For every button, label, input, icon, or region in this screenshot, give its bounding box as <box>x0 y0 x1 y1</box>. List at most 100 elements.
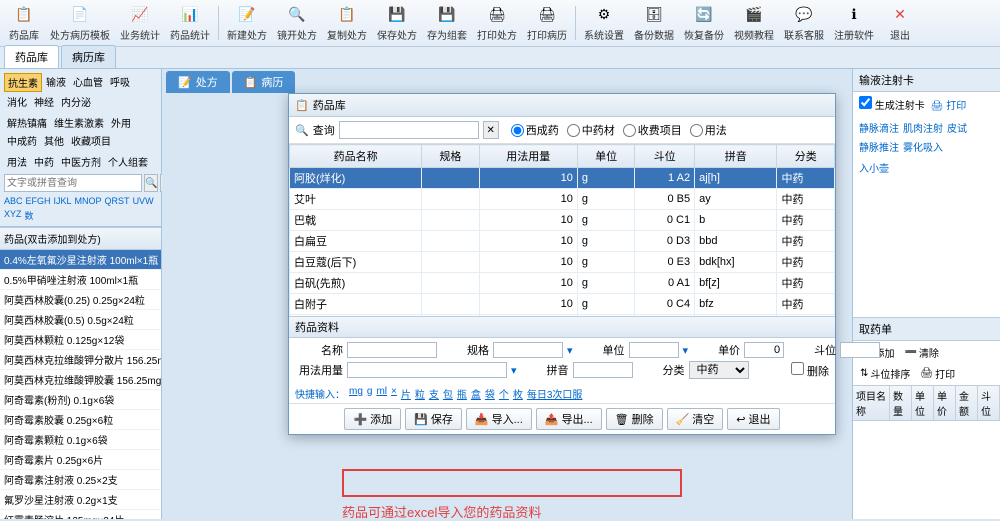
left-cat-消化[interactable]: 消化 <box>4 93 30 110</box>
dlg-btn-导入...[interactable]: 📥导入... <box>466 408 532 430</box>
right-link-静脉推注[interactable]: 静脉推注 <box>859 139 899 154</box>
drug-item[interactable]: 阿莫西林胶囊(0.5) 0.5g×24粒 <box>0 310 161 330</box>
drug-item[interactable]: 氟罗沙星注射液 0.2g×1支 <box>0 490 161 510</box>
drug-item[interactable]: 阿奇霉素颗粒 0.1g×6袋 <box>0 430 161 450</box>
alpha-MNOP[interactable]: MNOP <box>75 196 102 206</box>
table-row[interactable]: 白豆蔻(后下)10g0 E3bdk[hx]中药 <box>290 252 835 273</box>
toolbar-12[interactable]: 🗄备份数据 <box>630 2 678 44</box>
form-usage-input[interactable] <box>347 362 507 378</box>
form-spec-input[interactable] <box>493 342 563 358</box>
right-link-雾化吸入[interactable]: 雾化吸入 <box>903 139 943 154</box>
left-search-button[interactable]: 🔍 <box>144 174 158 192</box>
form-cat-select[interactable]: 中药 <box>689 361 749 379</box>
left-cat-神经[interactable]: 神经 <box>31 93 57 110</box>
form-price-input[interactable] <box>744 342 784 358</box>
right-link-静脉滴注[interactable]: 静脉滴注 <box>859 120 899 135</box>
alpha-数[interactable]: 数 <box>25 209 34 222</box>
drug-item[interactable]: 阿奇霉素(粉剂) 0.1g×6袋 <box>0 390 161 410</box>
radio-中药材[interactable]: 中药材 <box>567 122 615 138</box>
left-cat-内分泌[interactable]: 内分泌 <box>58 93 94 110</box>
drug-item[interactable]: 阿莫西林克拉维酸钾分散片 156.25mg×18片 <box>0 350 161 370</box>
form-pinyin-input[interactable] <box>573 362 633 378</box>
col-药品名称[interactable]: 药品名称 <box>290 145 422 168</box>
radio-西成药[interactable]: 西成药 <box>511 122 559 138</box>
toolbar-1[interactable]: 📄处方病历模板 <box>46 2 114 44</box>
quick-个[interactable]: 个 <box>499 386 509 401</box>
col-斗位[interactable]: 斗位 <box>635 145 695 168</box>
tab-drug-lib[interactable]: 药品库 <box>4 45 59 68</box>
toolbar-0[interactable]: 📋药品库 <box>4 2 44 44</box>
dialog-search-input[interactable] <box>339 121 479 139</box>
toolbar-5[interactable]: 🔍镜开处方 <box>273 2 321 44</box>
toolbar-3[interactable]: 📊药品统计 <box>166 2 214 44</box>
usage-dropdown[interactable]: ▾ <box>511 364 517 377</box>
center-tab-0[interactable]: 📝处方 <box>166 71 230 93</box>
table-row[interactable]: 巴戟10g0 C1b中药 <box>290 210 835 231</box>
quick-每日3次口服[interactable]: 每日3次口服 <box>527 386 583 401</box>
drug-item[interactable]: 0.4%左氧氟沙星注射液 100ml×1瓶 <box>0 250 161 270</box>
left-cat-个人组套[interactable]: 个人组套 <box>105 153 151 170</box>
drug-item[interactable]: 阿莫西林克拉维酸钾胶囊 156.25mg×12粒 <box>0 370 161 390</box>
drug-item[interactable]: 0.5%甲硝唑注射液 100ml×1瓶 <box>0 270 161 290</box>
table-row[interactable]: 白矾(先煎)10g0 A1bf[z]中药 <box>290 273 835 294</box>
radio-收费项目[interactable]: 收费项目 <box>623 122 682 138</box>
radio-用法[interactable]: 用法 <box>690 122 727 138</box>
quick-粒[interactable]: 粒 <box>415 386 425 401</box>
left-cat-外用[interactable]: 外用 <box>108 114 134 131</box>
gen-card-checkbox[interactable]: 生成注射卡 <box>859 96 925 112</box>
table-row[interactable]: 阿胶(烊化)10g1 A2aj[h]中药 <box>290 168 835 189</box>
drug-item[interactable]: 阿奇霉素注射液 0.25×2支 <box>0 470 161 490</box>
quick-包[interactable]: 包 <box>443 386 453 401</box>
drug-item[interactable]: 阿莫西林颗粒 0.125g×12袋 <box>0 330 161 350</box>
quick-盒[interactable]: 盒 <box>471 386 481 401</box>
left-cat-收藏项目[interactable]: 收藏项目 <box>68 132 114 149</box>
alpha-QRST[interactable]: QRST <box>105 196 130 206</box>
left-drug-list[interactable]: 0.4%左氧氟沙星注射液 100ml×1瓶0.5%甲硝唑注射液 100ml×1瓶… <box>0 250 161 519</box>
col-分类[interactable]: 分类 <box>777 145 835 168</box>
quick-g[interactable]: g <box>367 386 373 401</box>
alpha-ABC[interactable]: ABC <box>4 196 23 206</box>
left-cat-用法[interactable]: 用法 <box>4 153 30 170</box>
toolbar-13[interactable]: 🔄恢复备份 <box>680 2 728 44</box>
left-cat-解热镇痛[interactable]: 解热镇痛 <box>4 114 50 131</box>
drug-item[interactable]: 红霉素肠溶片 125mg×24片 <box>0 510 161 519</box>
left-cat-中药[interactable]: 中药 <box>31 153 57 170</box>
quick-×[interactable]: × <box>391 386 397 401</box>
left-cat-其他[interactable]: 其他 <box>41 132 67 149</box>
quick-ml[interactable]: ml <box>376 386 387 401</box>
rp-btn-打印[interactable]: 🖨打印 <box>917 365 958 382</box>
toolbar-2[interactable]: 📈业务统计 <box>116 2 164 44</box>
toolbar-8[interactable]: 💾存为组套 <box>423 2 471 44</box>
left-cat-维生素激素[interactable]: 维生素激素 <box>51 114 107 131</box>
left-cat-呼吸[interactable]: 呼吸 <box>107 73 133 92</box>
quick-片[interactable]: 片 <box>401 386 411 401</box>
dlg-btn-退出[interactable]: ↩退出 <box>727 408 779 430</box>
toolbar-6[interactable]: 📋复制处方 <box>323 2 371 44</box>
toolbar-16[interactable]: ℹ注册软件 <box>830 2 878 44</box>
toolbar-7[interactable]: 💾保存处方 <box>373 2 421 44</box>
toolbar-11[interactable]: ⚙系统设置 <box>580 2 628 44</box>
alpha-UVW[interactable]: UVW <box>133 196 154 206</box>
right-sub-link[interactable]: 入小壶 <box>853 158 1000 177</box>
dlg-btn-导出...[interactable]: 📤导出... <box>536 408 602 430</box>
left-cat-中成药[interactable]: 中成药 <box>4 132 40 149</box>
left-cat-输液[interactable]: 输液 <box>43 73 69 92</box>
col-用法用量[interactable]: 用法用量 <box>479 145 577 168</box>
dlg-btn-保存[interactable]: 💾保存 <box>405 408 462 430</box>
col-拼音[interactable]: 拼音 <box>695 145 777 168</box>
toolbar-14[interactable]: 🎬视频教程 <box>730 2 778 44</box>
tab-history-lib[interactable]: 病历库 <box>61 45 116 68</box>
toolbar-10[interactable]: 🖨打印病历 <box>523 2 571 44</box>
quick-mg[interactable]: mg <box>349 386 363 401</box>
center-tab-1[interactable]: 📋病历 <box>232 71 296 93</box>
alpha-XYZ[interactable]: XYZ <box>4 209 22 222</box>
spec-dropdown[interactable]: ▾ <box>567 344 573 357</box>
left-cat-心血管[interactable]: 心血管 <box>70 73 106 92</box>
unit-dropdown[interactable]: ▾ <box>683 344 689 357</box>
col-规格[interactable]: 规格 <box>422 145 479 168</box>
col-单位[interactable]: 单位 <box>577 145 634 168</box>
toolbar-9[interactable]: 🖨打印处方 <box>473 2 521 44</box>
dialog-table[interactable]: 药品名称规格用法用量单位斗位拼音分类 阿胶(烊化)10g1 A2aj[h]中药艾… <box>289 144 835 316</box>
toolbar-4[interactable]: 📝新建处方 <box>223 2 271 44</box>
left-cat-中医方剂[interactable]: 中医方剂 <box>58 153 104 170</box>
